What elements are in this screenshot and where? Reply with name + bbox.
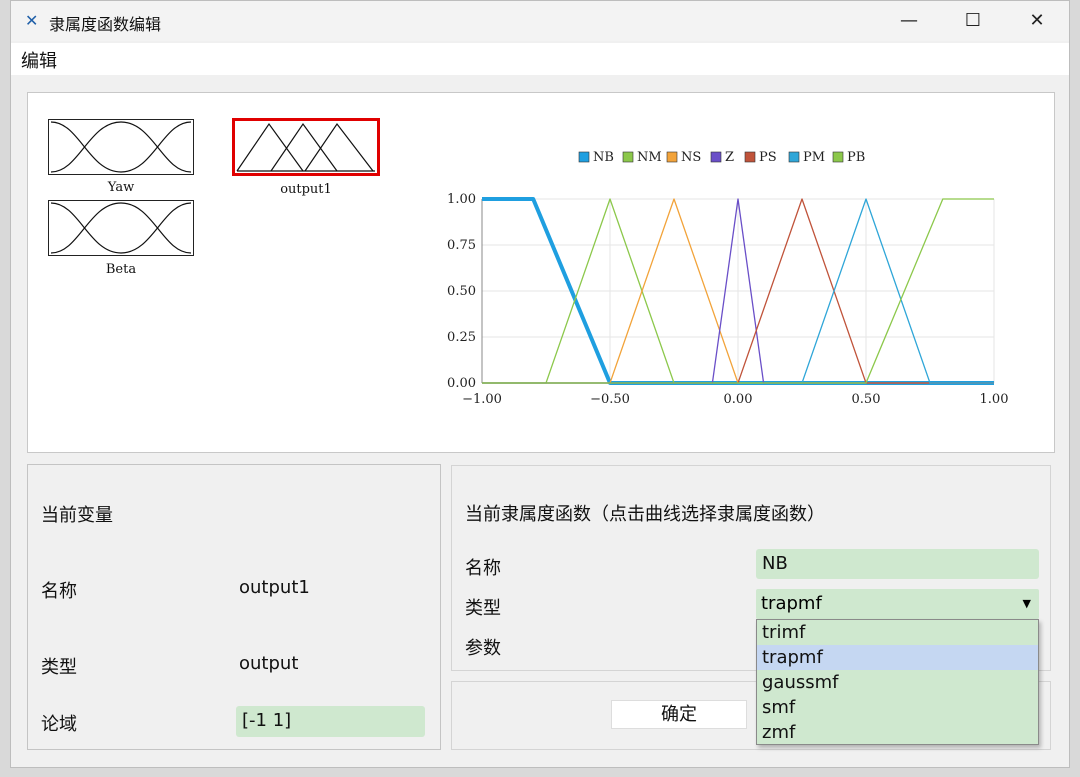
- option-trimf[interactable]: trimf: [757, 620, 1038, 645]
- title-bar: ✕ 隶属度函数编辑 — ☐ ✕: [11, 1, 1069, 41]
- legend-label-pm: PM: [803, 150, 825, 165]
- gaussian-curves-icon: [50, 121, 192, 173]
- mf-type-select[interactable]: trapmf ▼: [756, 589, 1039, 619]
- mf-type-selected: trapmf: [761, 593, 822, 614]
- x-tick-label: 0.00: [724, 392, 753, 407]
- menu-bar: 编辑: [11, 43, 1069, 75]
- legend-swatch-pm: [788, 151, 800, 163]
- membership-function-chart[interactable]: −1.00 −0.50 0.00 0.50 1.00 0.00 0.25 0.50 0.75 1.…: [438, 137, 1038, 427]
- current-mf-heading: 当前隶属度函数（点击曲线选择隶属度函数）: [465, 504, 825, 525]
- option-gaussmf[interactable]: gaussmf: [757, 670, 1038, 695]
- ok-button[interactable]: 确定: [611, 700, 747, 729]
- variable-label-output1: output1: [280, 182, 332, 197]
- variable-type-value: output: [239, 653, 299, 674]
- legend-label-ps: PS: [759, 150, 777, 165]
- legend-label-nb: NB: [593, 150, 614, 165]
- mf-name-label: 名称: [465, 558, 501, 579]
- variable-thumb-beta[interactable]: [48, 200, 194, 256]
- legend-swatch-ns: [666, 151, 678, 163]
- y-tick-label: 0.25: [447, 330, 476, 345]
- y-tick-label: 0.00: [447, 376, 476, 391]
- legend-label-z: Z: [725, 150, 734, 165]
- legend-swatch-ps: [744, 151, 756, 163]
- close-button[interactable]: ✕: [1005, 1, 1069, 41]
- mf-type-label: 类型: [465, 598, 501, 619]
- x-tick-label: 1.00: [980, 392, 1009, 407]
- variable-name-value: output1: [239, 577, 310, 598]
- option-zmf[interactable]: zmf: [757, 720, 1038, 745]
- variables-panel: Yaw output1 Beta −1.00 −0.50 0.00 0.50 1.00 0…: [27, 92, 1055, 453]
- mf-params-label: 参数: [465, 638, 501, 659]
- maximize-button[interactable]: ☐: [941, 1, 1005, 41]
- x-tick-label: −1.00: [462, 392, 502, 407]
- variable-thumb-output1[interactable]: [232, 118, 380, 176]
- variable-label-yaw: Yaw: [107, 180, 135, 195]
- option-trapmf[interactable]: trapmf: [757, 645, 1038, 670]
- legend-label-pb: PB: [847, 150, 865, 165]
- legend-swatch-nm: [622, 151, 634, 163]
- mf-name-field[interactable]: NB: [756, 549, 1039, 579]
- y-tick-label: 0.75: [447, 238, 476, 253]
- window-title: 隶属度函数编辑: [49, 15, 162, 34]
- menu-edit[interactable]: 编辑: [21, 47, 57, 73]
- mf-editor-window: ✕ 隶属度函数编辑 — ☐ ✕ 编辑 Yaw output1 Beta −1.0…: [10, 0, 1070, 768]
- triangle-curves-icon: [236, 122, 375, 172]
- current-variable-heading: 当前变量: [41, 505, 113, 526]
- variable-name-label: 名称: [41, 581, 77, 602]
- x-tick-label: 0.50: [852, 392, 881, 407]
- variable-type-label: 类型: [41, 657, 77, 678]
- gaussian-curves-icon: [50, 202, 192, 254]
- variable-range-label: 论域: [41, 714, 77, 735]
- x-tick-label: −0.50: [590, 392, 630, 407]
- legend-label-ns: NS: [681, 150, 701, 165]
- app-icon: ✕: [25, 11, 39, 30]
- variable-label-beta: Beta: [105, 262, 137, 277]
- dropdown-arrow-icon: ▼: [1022, 597, 1031, 610]
- legend-label-nm: NM: [637, 150, 662, 165]
- minimize-button[interactable]: —: [877, 1, 941, 41]
- current-variable-panel: 当前变量 名称 output1 类型 output 论域 [-1 1]: [27, 464, 441, 750]
- mf-type-dropdown: trimf trapmf gaussmf smf zmf: [756, 619, 1039, 745]
- y-tick-label: 1.00: [447, 192, 476, 207]
- variable-thumb-yaw[interactable]: [48, 119, 194, 175]
- legend-swatch-nb: [578, 151, 590, 163]
- variable-range-field[interactable]: [-1 1]: [236, 706, 425, 737]
- legend-swatch-z: [710, 151, 722, 163]
- legend-swatch-pb: [832, 151, 844, 163]
- y-tick-label: 0.50: [447, 284, 476, 299]
- option-smf[interactable]: smf: [757, 695, 1038, 720]
